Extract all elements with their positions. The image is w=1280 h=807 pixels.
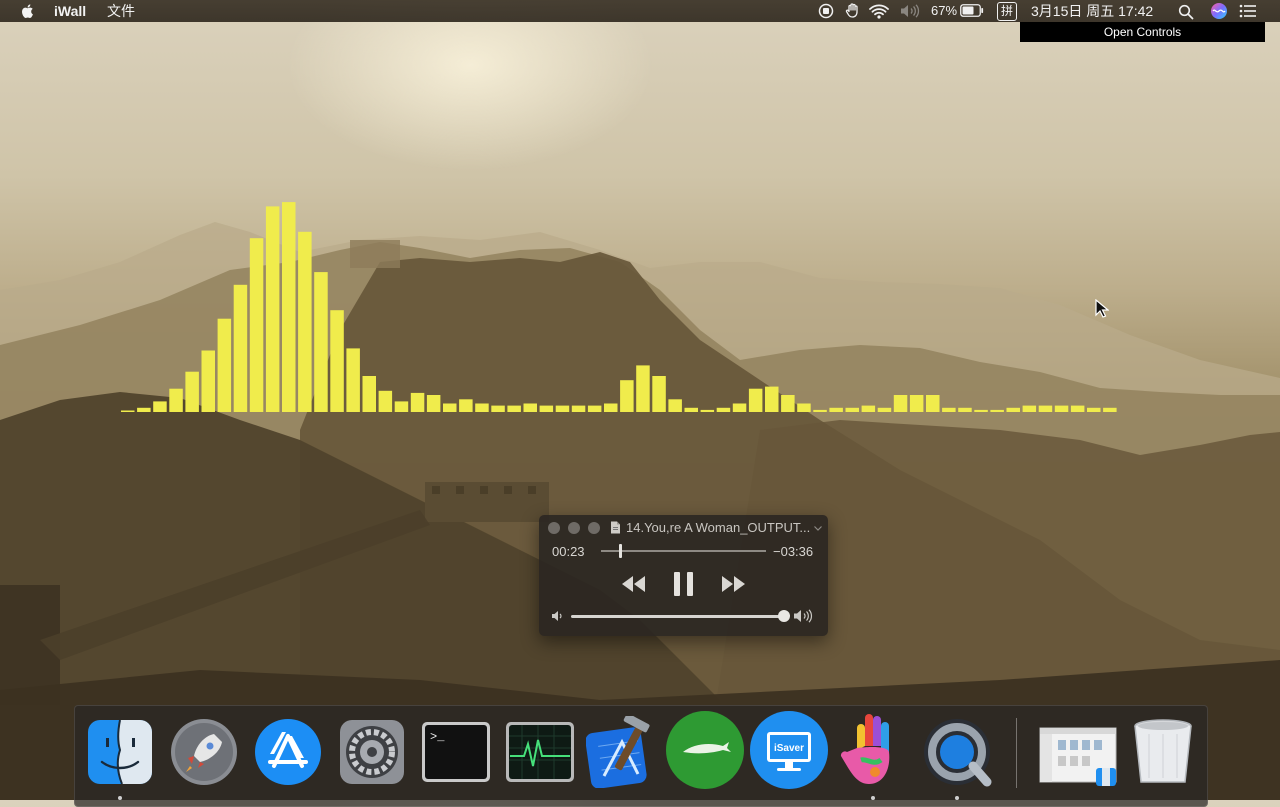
finder-window-thumbnail[interactable] xyxy=(1038,716,1118,788)
app-menu[interactable]: iWall xyxy=(54,3,86,19)
volume-handle[interactable] xyxy=(778,610,790,622)
progress-scrubber[interactable] xyxy=(601,550,766,552)
pause-button[interactable] xyxy=(673,571,695,597)
zoom-button[interactable] xyxy=(588,522,600,534)
screen-record-icon[interactable] xyxy=(818,3,834,19)
file-menu[interactable]: 文件 xyxy=(107,3,135,19)
siri-icon[interactable] xyxy=(1210,2,1228,20)
volume-high-icon xyxy=(794,609,813,623)
running-indicator xyxy=(955,796,959,800)
trash-icon[interactable] xyxy=(1127,716,1199,788)
running-indicator xyxy=(118,796,122,800)
audio-file-icon xyxy=(611,521,620,534)
scrubber-handle[interactable] xyxy=(619,544,623,558)
battery-percent[interactable]: 67% xyxy=(931,3,957,19)
clock[interactable]: 3月15日 周五 17:42 xyxy=(1031,3,1153,19)
spotlight-search-icon[interactable] xyxy=(1178,4,1194,20)
system-preferences-icon[interactable] xyxy=(336,716,408,788)
menu-bar: iWall 文件 67% 拼 3月15日 周五 17:42 xyxy=(0,0,1280,22)
dock-separator xyxy=(1016,718,1017,788)
notification-center-icon[interactable] xyxy=(1239,3,1257,19)
app-store-icon[interactable] xyxy=(252,716,324,788)
quicktime-audio-player[interactable]: 14.You,re A Woman_OUTPUT... 00:23 −03:36 xyxy=(539,515,828,636)
isaver-icon[interactable]: iSaver xyxy=(749,710,829,790)
apple-logo-icon[interactable] xyxy=(20,3,36,19)
isaver-label: iSaver xyxy=(774,743,804,754)
hand-app-icon[interactable] xyxy=(835,710,915,790)
xcode-icon[interactable] xyxy=(586,716,658,788)
finder-icon[interactable] xyxy=(84,716,156,788)
terminal-icon[interactable]: >_ xyxy=(420,716,492,788)
close-button[interactable] xyxy=(548,522,560,534)
remaining-time: −03:36 xyxy=(773,544,814,559)
aquarium-app-icon[interactable] xyxy=(665,710,745,790)
launchpad-icon[interactable] xyxy=(168,716,240,788)
fast-forward-button[interactable] xyxy=(720,573,746,595)
hand-gesture-icon[interactable] xyxy=(845,2,861,19)
dock: >_ iSaver xyxy=(74,705,1208,807)
chevron-down-icon[interactable] xyxy=(814,526,822,531)
volume-low-icon xyxy=(552,611,562,621)
desktop-wallpaper xyxy=(0,222,1280,800)
open-controls-tooltip[interactable]: Open Controls xyxy=(1020,22,1265,42)
svg-text:>_: >_ xyxy=(430,730,445,744)
volume-slider[interactable] xyxy=(571,615,784,618)
track-title: 14.You,re A Woman_OUTPUT... xyxy=(626,520,811,535)
running-indicator xyxy=(871,796,875,800)
wifi-icon[interactable] xyxy=(869,3,889,19)
minimize-button[interactable] xyxy=(568,522,580,534)
quicktime-player-icon[interactable] xyxy=(921,716,993,788)
mouse-pointer-icon xyxy=(1095,299,1109,318)
volume-muted-icon[interactable] xyxy=(899,3,921,19)
battery-icon[interactable] xyxy=(960,4,984,18)
elapsed-time: 00:23 xyxy=(552,544,585,559)
activity-monitor-icon[interactable] xyxy=(504,716,576,788)
rewind-button[interactable] xyxy=(621,573,647,595)
input-method-indicator[interactable]: 拼 xyxy=(997,2,1017,21)
